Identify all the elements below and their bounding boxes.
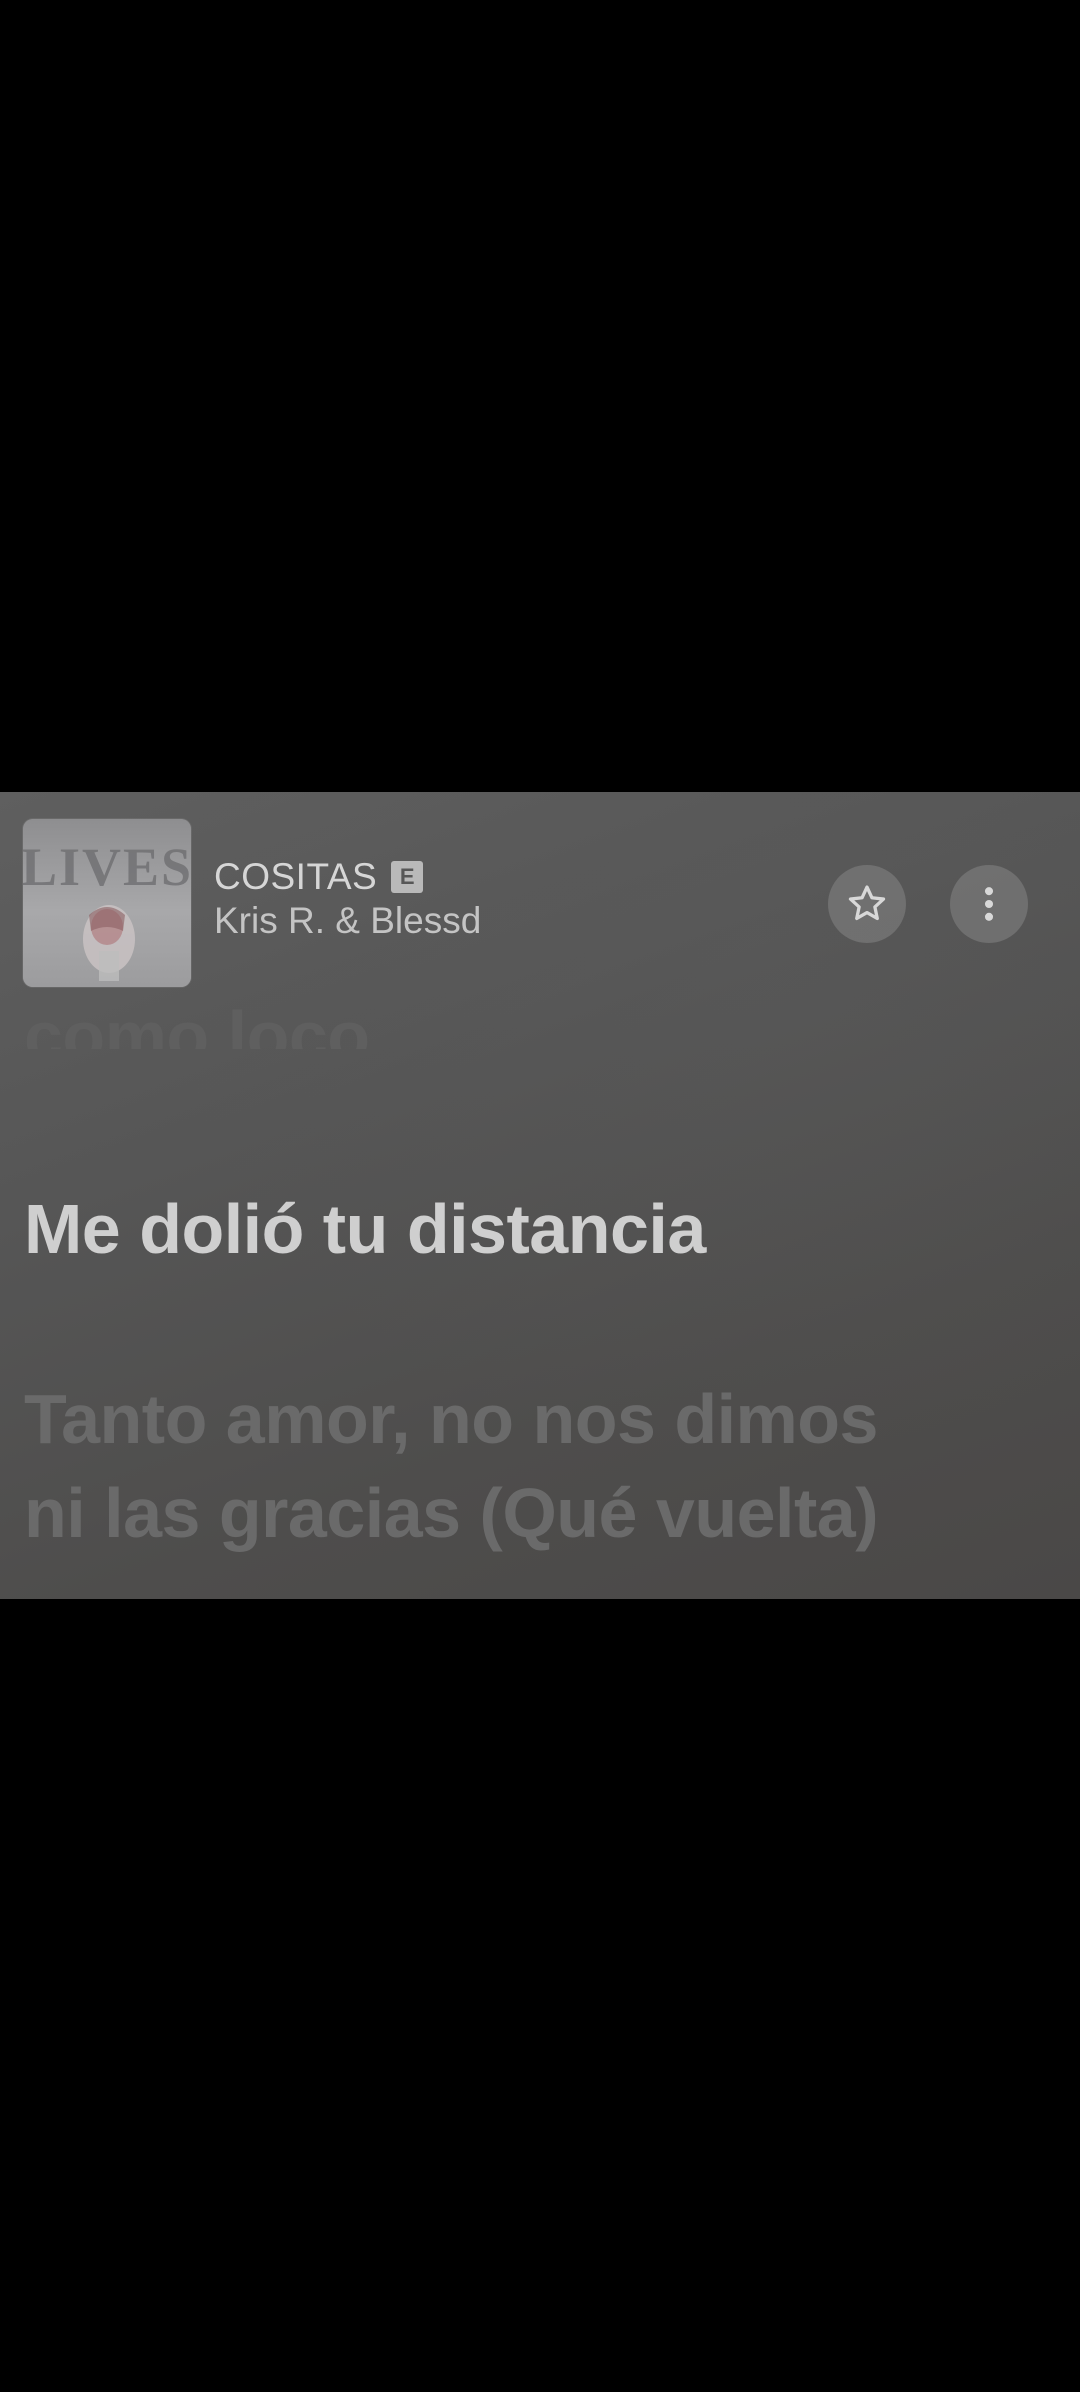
favorite-button[interactable] bbox=[828, 865, 906, 943]
album-art-logo: LIVES bbox=[23, 837, 191, 897]
star-outline-icon bbox=[848, 885, 886, 921]
more-vertical-icon bbox=[984, 887, 994, 921]
album-art-image: LIVES bbox=[23, 819, 191, 987]
track-title-row: COSITAS E bbox=[214, 854, 424, 900]
album-art[interactable]: LIVES bbox=[23, 819, 191, 987]
lyric-line-next[interactable]: ni las gracias (Qué vuelta) bbox=[24, 1466, 1064, 1560]
lyrics-panel: LIVES COSITAS E Kris R. & Blessd como lo… bbox=[0, 792, 1080, 1599]
track-title[interactable]: COSITAS bbox=[214, 856, 377, 898]
lyric-line-current[interactable]: Me dolió tu distancia bbox=[24, 1182, 1064, 1276]
screen: LIVES COSITAS E Kris R. & Blessd como lo… bbox=[0, 0, 1080, 2392]
more-options-button[interactable] bbox=[950, 865, 1028, 943]
track-artist[interactable]: Kris R. & Blessd bbox=[214, 900, 481, 942]
lyric-line-next[interactable]: Tanto amor, no nos dimos bbox=[24, 1372, 1064, 1466]
now-playing-header: LIVES COSITAS E Kris R. & Blessd bbox=[0, 792, 1080, 992]
explicit-badge: E bbox=[391, 861, 424, 893]
lyric-line-previous[interactable]: como loco bbox=[24, 989, 1064, 1049]
